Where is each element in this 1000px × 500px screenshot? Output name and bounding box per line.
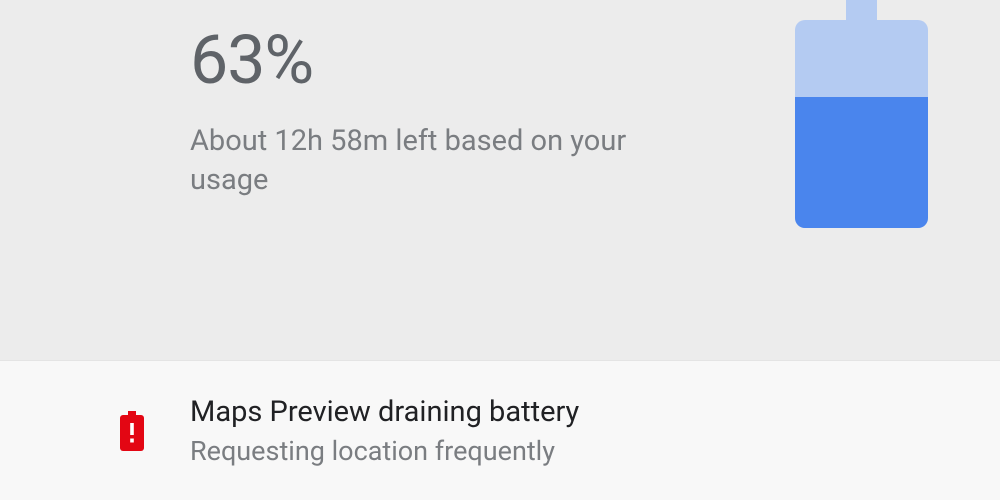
- battery-summary: 63% About 12h 58m left based on your usa…: [0, 0, 1000, 360]
- battery-alert-row[interactable]: Maps Preview draining battery Requesting…: [0, 360, 1000, 500]
- battery-alert-subtitle: Requesting location frequently: [190, 435, 579, 467]
- battery-alert-icon: [120, 411, 144, 451]
- battery-body-fill: [795, 97, 928, 228]
- battery-alert-text: Maps Preview draining battery Requesting…: [190, 394, 579, 466]
- battery-tip: [846, 0, 877, 20]
- battery-icon: [795, 0, 928, 228]
- battery-alert-title: Maps Preview draining battery: [190, 394, 579, 430]
- battery-estimate: About 12h 58m left based on your usage: [190, 122, 670, 200]
